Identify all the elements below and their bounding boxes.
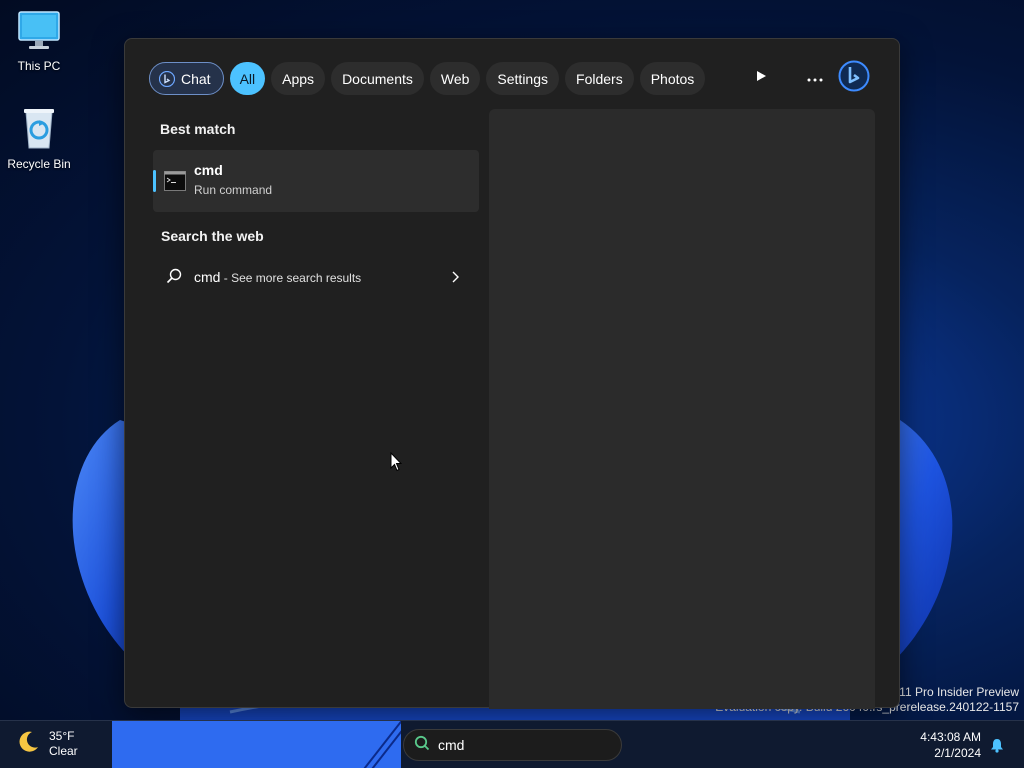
search-panel: Chat All Apps Documents Web Settings Fol… — [124, 38, 900, 709]
filter-web[interactable]: Web — [429, 62, 481, 95]
search-icon — [414, 735, 430, 756]
weather-condition: Clear — [49, 744, 78, 758]
best-match-heading: Best match — [160, 121, 236, 137]
recycle-bin-icon — [0, 106, 78, 153]
filter-all[interactable]: All — [229, 62, 266, 95]
moon-icon — [16, 730, 40, 759]
weather-widget[interactable]: 35°F Clear — [16, 729, 78, 759]
taskbar-search-box[interactable]: cmd — [403, 729, 622, 761]
taskbar-wallpaper-preview — [112, 721, 401, 768]
desktop-icon-recycle-bin[interactable]: Recycle Bin — [0, 106, 78, 171]
search-icon — [166, 268, 182, 289]
filter-label: Photos — [650, 70, 695, 87]
this-pc-icon — [0, 10, 78, 55]
filter-label: Documents — [342, 70, 413, 87]
desktop-icon-label: This PC — [17, 59, 61, 73]
bing-icon — [838, 60, 870, 97]
preview-pane — [489, 109, 875, 709]
filter-label: Settings — [497, 70, 549, 87]
taskbar-search-input[interactable]: cmd — [438, 737, 464, 753]
search-web-heading: Search the web — [161, 228, 264, 244]
filter-label: Folders — [576, 70, 623, 87]
filter-chat[interactable]: Chat — [149, 62, 224, 95]
filter-label: Chat — [181, 70, 211, 87]
more-options-button[interactable] — [799, 62, 831, 94]
filter-documents[interactable]: Documents — [331, 62, 424, 95]
system-clock[interactable]: 4:43:08 AM 2/1/2024 — [920, 729, 981, 761]
more-filters-button[interactable] — [745, 62, 777, 94]
more-icon — [807, 69, 823, 87]
clock-date: 2/1/2024 — [934, 746, 981, 760]
bell-icon[interactable] — [990, 738, 1004, 758]
result-title: cmd — [194, 162, 223, 178]
bing-icon — [159, 70, 175, 87]
chevron-right-icon — [451, 270, 459, 288]
filter-settings[interactable]: Settings — [486, 62, 560, 95]
play-icon — [755, 69, 767, 87]
web-query: cmd — [194, 269, 221, 285]
filter-label: All — [239, 70, 256, 87]
desktop-icon-label: Recycle Bin — [7, 157, 71, 171]
selection-indicator — [153, 170, 156, 192]
mouse-cursor-icon — [390, 451, 403, 477]
weather-temperature: 35°F — [49, 729, 75, 743]
taskbar: 35°F Clear cmd 4:43:08 AM 2/1/2024 — [0, 720, 1024, 768]
web-search-result[interactable]: cmd - See more search results — [153, 259, 479, 295]
filter-label: Web — [440, 70, 470, 87]
web-query-suffix: - See more search results — [220, 271, 362, 285]
clock-time: 4:43:08 AM — [920, 730, 981, 744]
filter-label: Apps — [282, 70, 315, 87]
filter-apps[interactable]: Apps — [271, 62, 326, 95]
best-match-result[interactable]: cmd Run command — [153, 150, 479, 212]
filter-folders[interactable]: Folders — [565, 62, 634, 95]
bing-chat-button[interactable] — [838, 60, 870, 97]
desktop-icon-this-pc[interactable]: This PC — [0, 10, 78, 73]
decorative-stripe — [359, 721, 401, 768]
cmd-icon — [164, 171, 186, 196]
search-filter-bar: Chat All Apps Documents Web Settings Fol… — [149, 62, 711, 95]
result-subtitle: Run command — [194, 183, 273, 197]
filter-photos[interactable]: Photos — [639, 62, 706, 95]
